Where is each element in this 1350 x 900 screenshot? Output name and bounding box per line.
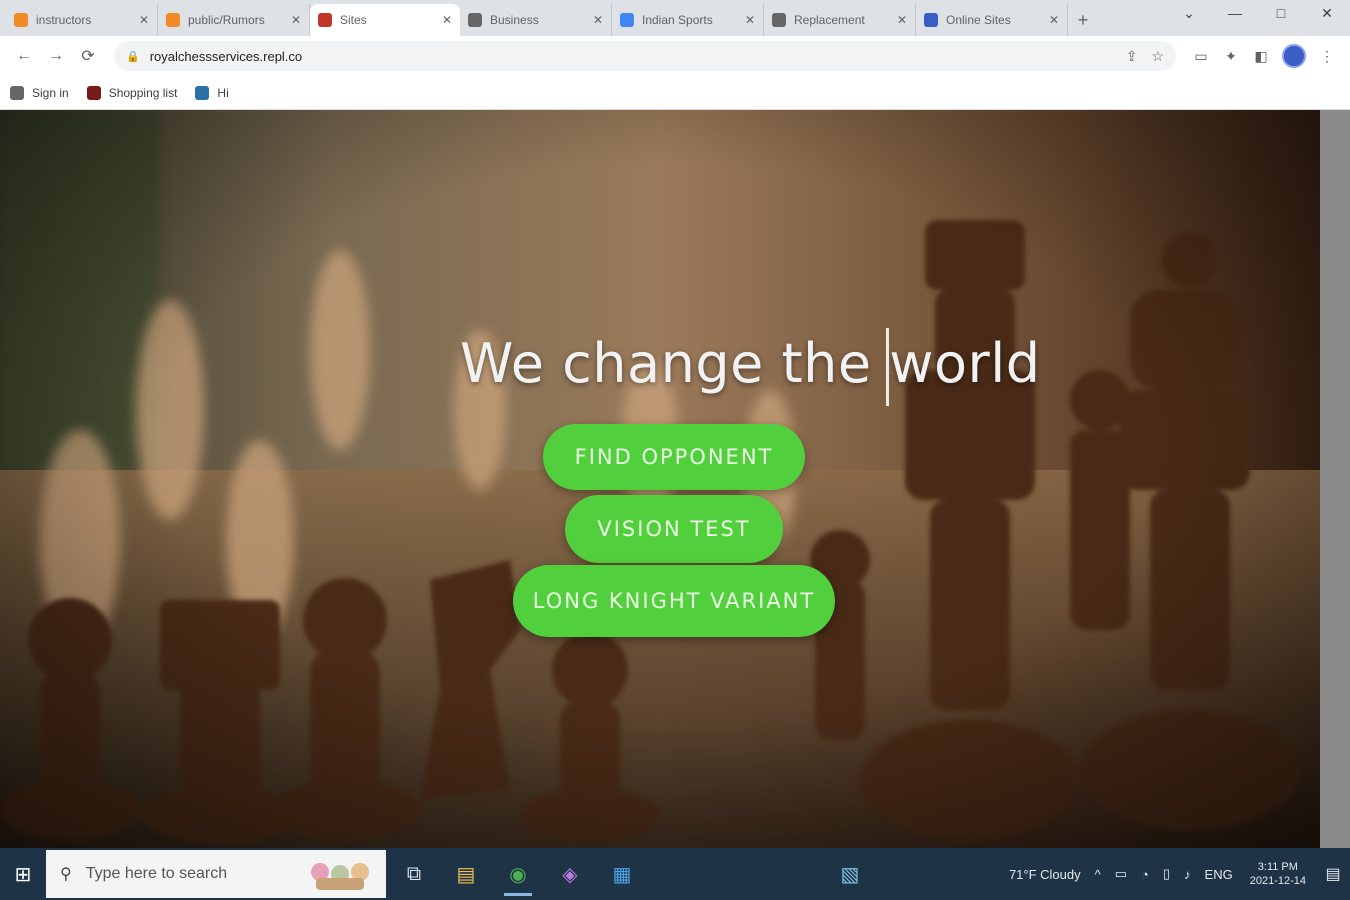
hero-title: We change the world <box>460 332 1041 395</box>
store-icon[interactable]: ▦ <box>598 850 646 898</box>
maximize-button[interactable]: □ <box>1258 0 1304 28</box>
tab-close-icon[interactable]: ✕ <box>139 13 149 27</box>
start-button[interactable]: ⊞ <box>0 848 46 900</box>
bookmark-item[interactable]: Sign in <box>10 85 69 100</box>
bookmarks-bar: Sign in Shopping list Hi <box>0 76 1350 110</box>
network-icon[interactable]: ◔ <box>1141 867 1149 882</box>
tab-title: Business <box>490 13 539 27</box>
back-button[interactable]: ← <box>8 40 40 72</box>
tab-title: Online Sites <box>946 13 1011 27</box>
lock-icon[interactable]: 🔒 <box>126 50 140 63</box>
tab-close-icon[interactable]: ✕ <box>442 13 452 27</box>
window-controls: ⌄ — □ ✕ <box>1166 0 1350 28</box>
browser-tab[interactable]: Online Sites ✕ <box>916 4 1068 36</box>
tab-favicon-icon <box>166 13 180 27</box>
profile-avatar[interactable] <box>1282 44 1306 68</box>
new-tab-button[interactable]: + <box>1068 4 1098 36</box>
page-viewport: We change the world Find Opponent Vision… <box>0 110 1350 848</box>
volume-icon[interactable]: ♪ <box>1184 867 1191 882</box>
tab-title: Indian Sports <box>642 13 713 27</box>
clock[interactable]: 3:11 PM 2021-12-14 <box>1250 860 1306 888</box>
tab-favicon-icon <box>924 13 938 27</box>
close-window-button[interactable]: ✕ <box>1304 0 1350 28</box>
tab-close-icon[interactable]: ✕ <box>593 13 603 27</box>
file-explorer-icon[interactable]: ▤ <box>442 850 490 898</box>
minimize-button[interactable]: — <box>1212 0 1258 28</box>
tab-strip: instructors ✕ public/Rumors ✕ Sites ✕ Bu… <box>0 0 1350 36</box>
tab-title: instructors <box>36 13 92 27</box>
notification-icon[interactable]: ▤ <box>1316 848 1350 900</box>
bookmark-favicon-icon <box>10 85 24 100</box>
find-opponent-button[interactable]: Find Opponent <box>543 424 805 490</box>
tab-favicon-icon <box>620 13 634 27</box>
browser-tab[interactable]: public/Rumors ✕ <box>158 4 310 36</box>
tab-favicon-icon <box>772 13 786 27</box>
tab-close-icon[interactable]: ✕ <box>897 13 907 27</box>
browser-tab[interactable]: Indian Sports ✕ <box>612 4 764 36</box>
reload-button[interactable]: ⟳ <box>72 40 104 72</box>
cast-icon[interactable]: ▭ <box>1186 41 1216 71</box>
bookmark-label: Hi <box>217 85 229 100</box>
folder-app-icon[interactable]: ▧ <box>826 850 874 898</box>
tab-close-icon[interactable]: ✕ <box>1049 13 1059 27</box>
bookmark-item[interactable]: Hi <box>195 85 229 100</box>
battery-icon[interactable]: ▭ <box>1115 866 1127 882</box>
tab-title: public/Rumors <box>188 13 265 27</box>
chevron-up-icon[interactable]: ^ <box>1095 867 1101 882</box>
task-view-icon[interactable]: ⧉ <box>390 850 438 898</box>
app-icon[interactable]: ◈ <box>546 850 594 898</box>
menu-icon[interactable]: ⋮ <box>1312 41 1342 71</box>
tab-favicon-icon <box>318 13 332 27</box>
weather-widget[interactable]: 71°F Cloudy <box>1009 867 1081 882</box>
tab-close-icon[interactable]: ✕ <box>291 13 301 27</box>
taskbar-search-input[interactable]: ⚲ Type here to search <box>46 850 386 898</box>
search-placeholder: Type here to search <box>85 865 228 882</box>
chrome-icon[interactable]: ◉ <box>494 850 542 898</box>
long-knight-variant-button[interactable]: Long Knight Variant <box>513 565 835 637</box>
search-icon: ⚲ <box>60 866 72 883</box>
tab-close-icon[interactable]: ✕ <box>745 13 755 27</box>
tab-favicon-icon <box>14 13 28 27</box>
search-highlight-icon <box>311 863 369 890</box>
tab-search-icon[interactable]: ⌄ <box>1166 0 1212 28</box>
browser-tab[interactable]: Business ✕ <box>460 4 612 36</box>
browser-tab[interactable]: Replacement ✕ <box>764 4 916 36</box>
extensions-puzzle-icon[interactable]: ◧ <box>1246 41 1276 71</box>
tab-title: Replacement <box>794 13 865 27</box>
windows-taskbar: ⊞ ⚲ Type here to search ⧉ ▤ ◉ ◈ ▦ ▧ 71°F… <box>0 848 1350 900</box>
bookmark-item[interactable]: Shopping list <box>86 85 178 100</box>
system-tray: 71°F Cloudy ^ ▭ ◔ ▯ ♪ ENG 3:11 PM 2021-1… <box>1002 848 1350 900</box>
hero-section: We change the world Find Opponent Vision… <box>0 110 1320 848</box>
browser-toolbar: ← → ⟳ 🔒 royalchessservices.repl.co ⇪ ☆ ▭… <box>0 36 1350 76</box>
typing-cursor <box>886 328 889 406</box>
url-text[interactable]: royalchessservices.repl.co <box>150 49 1112 64</box>
vision-test-button[interactable]: Vision Test <box>565 495 783 563</box>
clock-time: 3:11 PM <box>1257 861 1298 873</box>
bookmark-star-icon[interactable]: ☆ <box>1151 48 1164 65</box>
tab-title: Sites <box>340 13 367 27</box>
browser-tab-active[interactable]: Sites ✕ <box>310 4 460 36</box>
language-indicator[interactable]: ENG <box>1205 867 1233 882</box>
bookmark-label: Shopping list <box>108 85 178 100</box>
clock-date: 2021-12-14 <box>1249 875 1306 887</box>
bookmark-label: Sign in <box>32 85 69 100</box>
page-scrollbar[interactable] <box>1320 110 1350 848</box>
share-icon[interactable]: ⇪ <box>1126 48 1138 65</box>
address-bar[interactable]: 🔒 royalchessservices.repl.co ⇪ ☆ <box>114 41 1176 71</box>
bookmark-favicon-icon <box>86 85 101 100</box>
forward-button[interactable]: → <box>40 40 72 72</box>
bookmark-favicon-icon <box>195 85 210 100</box>
tab-favicon-icon <box>468 13 482 27</box>
browser-tab[interactable]: instructors ✕ <box>6 4 158 36</box>
display-icon[interactable]: ▯ <box>1163 866 1170 882</box>
extension-icon[interactable]: ✦ <box>1216 41 1246 71</box>
